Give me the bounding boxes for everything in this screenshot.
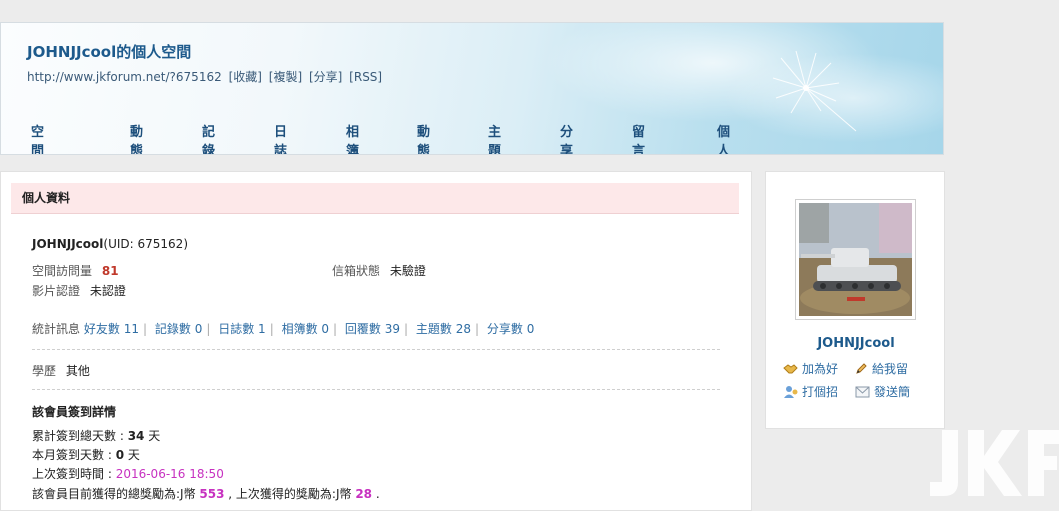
nav-profile[interactable]: 個人資料: [717, 121, 730, 154]
stat-blogs[interactable]: 日誌數 1: [218, 322, 265, 336]
month-signin-row: 本月簽到天數 : 0 天: [32, 448, 140, 462]
tank-avatar-icon: [799, 203, 912, 316]
space-links: http://www.jkforum.net/?675162 [收藏] [複製]…: [27, 68, 385, 85]
video-row: 影片認證 未認證: [32, 282, 126, 299]
profile-username: JOHNJJcool: [32, 237, 104, 251]
share-link[interactable]: [分享]: [309, 70, 342, 84]
divider: [32, 389, 720, 390]
profile-username-line: JOHNJJcool(UID: 675162): [32, 237, 188, 251]
nav-records[interactable]: 記錄: [202, 121, 215, 154]
space-url[interactable]: http://www.jkforum.net/?675162: [27, 70, 222, 84]
avatar[interactable]: [795, 199, 916, 320]
visits-row: 空間訪問量 81: [32, 262, 119, 279]
stats-label: 統計訊息: [32, 322, 81, 336]
nav-album[interactable]: 相簿: [346, 121, 359, 154]
total-signin-days: 34: [127, 429, 145, 443]
panel-title: 個人資料: [11, 183, 739, 214]
mail-status-row: 信箱狀態 未驗證: [332, 262, 426, 279]
stat-albums[interactable]: 相簿數 0: [282, 322, 329, 336]
user-card: JOHNJJcool 加為好 給我留 打個招 發送簡: [765, 171, 945, 429]
nav-guestbook[interactable]: 留言板: [632, 121, 645, 154]
stats-row: 統計訊息 好友數 11 | 記錄數 0 | 日誌數 1 | 相簿數 0 | 回覆數 39…: [32, 322, 535, 336]
month-signin-days: 0: [115, 448, 125, 462]
jkf-watermark-logo: [930, 430, 1059, 496]
nav-home[interactable]: 空間首頁: [31, 121, 44, 154]
education-row: 學歷 其他: [32, 362, 90, 379]
add-friend-button[interactable]: 加為好: [783, 360, 838, 377]
mail-status-value: 未驗證: [389, 264, 426, 278]
favorite-link[interactable]: [收藏]: [229, 70, 262, 84]
visits-value: 81: [101, 264, 119, 278]
last-signin-time: 2016-06-16 18:50: [115, 467, 224, 481]
dandelion-icon: [772, 50, 857, 132]
pencil-icon: [856, 363, 867, 374]
poke-button[interactable]: 打個招: [783, 383, 838, 400]
envelope-icon: [855, 386, 870, 397]
nav-topics[interactable]: 主題: [488, 121, 501, 154]
side-username[interactable]: JOHNJJcool: [766, 336, 946, 351]
divider: [32, 349, 720, 350]
nav-share[interactable]: 分享: [560, 121, 573, 154]
space-title[interactable]: JOHNJJcool的個人空間: [27, 41, 191, 62]
stat-records[interactable]: 記錄數 0: [155, 322, 202, 336]
mail-status-label: 信箱狀態: [332, 264, 381, 278]
nav-activity-2[interactable]: 動態: [417, 121, 430, 154]
total-signin-row: 累計簽到總天數 : 34 天: [32, 429, 161, 443]
rss-link[interactable]: [RSS]: [349, 70, 382, 84]
education-value: 其他: [65, 364, 90, 378]
stat-replies[interactable]: 回覆數 39: [345, 322, 400, 336]
avatar-image: [799, 203, 912, 316]
stat-topics[interactable]: 主題數 28: [416, 322, 471, 336]
copy-link[interactable]: [複製]: [269, 70, 302, 84]
leave-message-button[interactable]: 給我留: [855, 360, 908, 377]
profile-uid: (UID: 675162): [103, 237, 188, 251]
video-value: 未認證: [89, 284, 126, 298]
reward-row: 該會員目前獲得的總獎勵為:J幣 553 , 上次獲得的獎勵為:J幣 28 .: [32, 487, 380, 501]
last-signin-row: 上次簽到時間 : 2016-06-16 18:50: [32, 467, 224, 481]
education-label: 學歷: [32, 364, 57, 378]
profile-panel: 個人資料 JOHNJJcool(UID: 675162) 空間訪問量 81 信箱…: [0, 171, 752, 511]
nav-activity[interactable]: 動態: [130, 121, 143, 154]
visits-label: 空間訪問量: [32, 264, 93, 278]
nav-blog[interactable]: 日誌: [274, 121, 287, 154]
user-greet-icon: [784, 385, 798, 398]
space-header: JOHNJJcool的個人空間 http://www.jkforum.net/?…: [0, 22, 944, 155]
stat-friends[interactable]: 好友數 11: [84, 322, 139, 336]
stat-shares[interactable]: 分享數 0: [487, 322, 534, 336]
send-message-button[interactable]: 發送簡: [855, 383, 910, 400]
video-label: 影片認證: [32, 284, 81, 298]
handshake-icon: [783, 364, 798, 374]
signin-title: 該會員簽到詳情: [32, 405, 117, 419]
